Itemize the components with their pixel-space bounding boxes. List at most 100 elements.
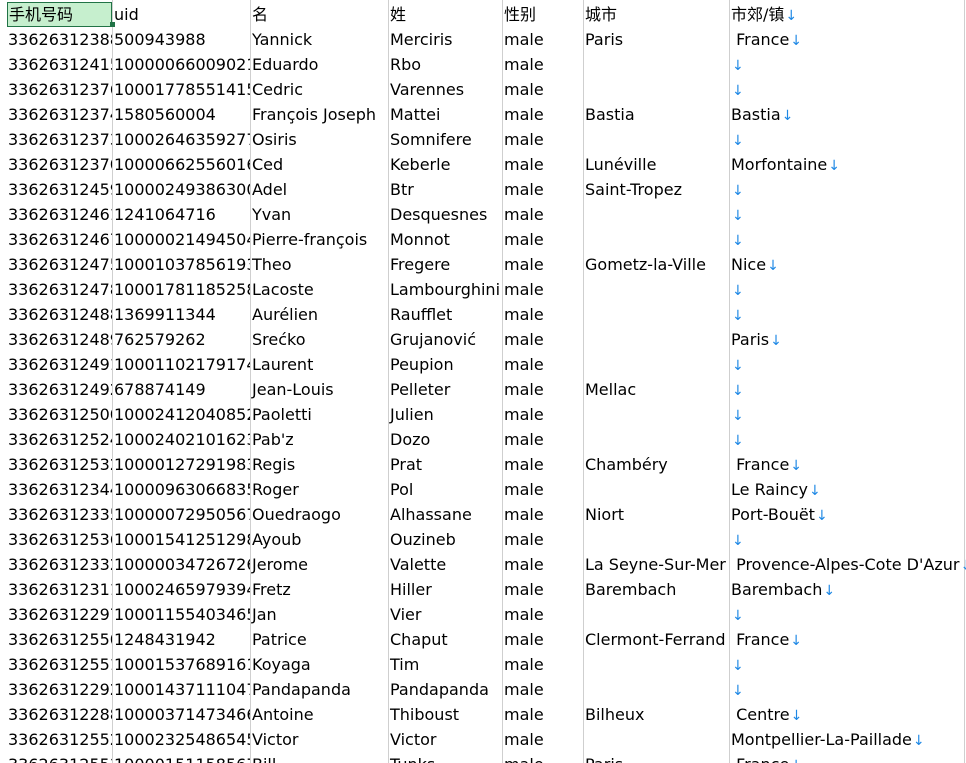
cell-first-name[interactable]: Pandapanda [251,677,388,702]
header-cell-first-name[interactable]: 名 [251,2,388,27]
cell-first-name[interactable]: Adel [251,177,388,202]
cell-phone[interactable]: 33626312550 [7,627,112,652]
cell-uid[interactable]: 100001511585675 [113,752,250,763]
cell-gender[interactable]: male [503,102,583,127]
cell-uid[interactable]: 100000347267269 [113,552,250,577]
cell-last-name[interactable]: Julien [389,402,502,427]
cell-gender[interactable]: male [503,227,583,252]
cell-gender[interactable]: male [503,327,583,352]
cell-last-name[interactable]: Mattei [389,102,502,127]
cell-city[interactable] [584,602,729,627]
cell-town[interactable]: Morfontaine↓ [730,152,964,177]
cell-last-name[interactable]: Desquesnes [389,202,502,227]
cell-gender[interactable]: male [503,477,583,502]
cell-city[interactable] [584,652,729,677]
cell-city[interactable] [584,427,729,452]
cell-city[interactable]: Niort [584,502,729,527]
cell-first-name[interactable]: Cedric [251,77,388,102]
cell-town[interactable]: Barembach↓ [730,577,964,602]
cell-town[interactable]: France↓ [730,27,964,52]
cell-last-name[interactable]: Victor [389,727,502,752]
cell-last-name[interactable]: Pelleter [389,377,502,402]
cell-phone[interactable]: 33626312292 [7,677,112,702]
cell-city[interactable] [584,527,729,552]
cell-town[interactable]: ↓ [730,652,964,677]
cell-last-name[interactable]: Tunks [389,752,502,763]
cell-last-name[interactable]: Merciris [389,27,502,52]
cell-phone[interactable]: 33626312344 [7,477,112,502]
cell-first-name[interactable]: Bill [251,752,388,763]
cell-first-name[interactable]: Theo [251,252,388,277]
cell-gender[interactable]: male [503,752,583,763]
cell-city[interactable] [584,77,729,102]
cell-uid[interactable]: 1241064716 [113,202,250,227]
cell-uid[interactable]: 100014371110476 [113,677,250,702]
header-cell-last-name[interactable]: 姓 [389,2,502,27]
cell-gender[interactable]: male [503,527,583,552]
cell-town[interactable]: ↓ [730,527,964,552]
cell-city[interactable] [584,52,729,77]
cell-town[interactable]: France↓ [730,452,964,477]
cell-gender[interactable]: male [503,452,583,477]
cell-first-name[interactable]: Victor [251,727,388,752]
cell-last-name[interactable]: Tim [389,652,502,677]
cell-city[interactable]: Bastia [584,102,729,127]
cell-phone[interactable]: 33626312311 [7,577,112,602]
cell-first-name[interactable]: Jan [251,602,388,627]
cell-phone[interactable]: 33626312373 [7,127,112,152]
cell-city[interactable]: Paris [584,752,729,763]
cell-uid[interactable]: 100017811852581 [113,277,250,302]
cell-gender[interactable]: male [503,402,583,427]
cell-gender[interactable]: male [503,677,583,702]
cell-phone[interactable]: 33626312288 [7,702,112,727]
cell-phone[interactable]: 33626312492 [7,377,112,402]
cell-town[interactable]: ↓ [730,302,964,327]
cell-town[interactable]: ↓ [730,127,964,152]
cell-first-name[interactable]: Pierre-françois [251,227,388,252]
cell-town[interactable]: ↓ [730,177,964,202]
cell-gender[interactable]: male [503,552,583,577]
cell-first-name[interactable]: Aurélien [251,302,388,327]
cell-city[interactable] [584,202,729,227]
cell-uid[interactable]: 100010378561931 [113,252,250,277]
cell-last-name[interactable]: Grujanović [389,327,502,352]
cell-last-name[interactable]: Vier [389,602,502,627]
cell-first-name[interactable]: Ayoub [251,527,388,552]
cell-uid[interactable]: 100000660090212 [113,52,250,77]
cell-last-name[interactable]: Peupion [389,352,502,377]
cell-last-name[interactable]: Pol [389,477,502,502]
cell-town[interactable]: ↓ [730,377,964,402]
cell-town[interactable]: Centre↓ [730,702,964,727]
cell-first-name[interactable]: Ced [251,152,388,177]
cell-town[interactable]: ↓ [730,427,964,452]
cell-phone[interactable]: 33626312376 [7,77,112,102]
cell-uid[interactable]: 100009630668351 [113,477,250,502]
cell-phone[interactable]: 33626312536 [7,527,112,552]
cell-phone[interactable]: 33626312461 [7,202,112,227]
cell-phone[interactable]: 33626312489 [7,327,112,352]
cell-gender[interactable]: male [503,252,583,277]
cell-first-name[interactable]: Antoine [251,702,388,727]
cell-phone[interactable]: 33626312297 [7,602,112,627]
cell-first-name[interactable]: Eduardo [251,52,388,77]
cell-town[interactable]: Montpellier-La-Paillade↓ [730,727,964,752]
cell-last-name[interactable]: Rbo [389,52,502,77]
cell-uid[interactable]: 762579262 [113,327,250,352]
cell-uid[interactable]: 100017785514156 [113,77,250,102]
cell-uid[interactable]: 678874149 [113,377,250,402]
cell-first-name[interactable]: Roger [251,477,388,502]
cell-phone[interactable]: 33626312491 [7,352,112,377]
cell-city[interactable] [584,727,729,752]
cell-gender[interactable]: male [503,577,583,602]
cell-town[interactable]: ↓ [730,202,964,227]
cell-gender[interactable]: male [503,177,583,202]
header-cell-city[interactable]: 城市 [584,2,729,27]
cell-last-name[interactable]: Thiboust [389,702,502,727]
cell-first-name[interactable]: Fretz [251,577,388,602]
cell-last-name[interactable]: Fregere [389,252,502,277]
cell-last-name[interactable]: Raufflet [389,302,502,327]
cell-gender[interactable]: male [503,652,583,677]
cell-gender[interactable]: male [503,602,583,627]
cell-first-name[interactable]: Ouedraogo [251,502,388,527]
cell-town[interactable]: ↓ [730,602,964,627]
